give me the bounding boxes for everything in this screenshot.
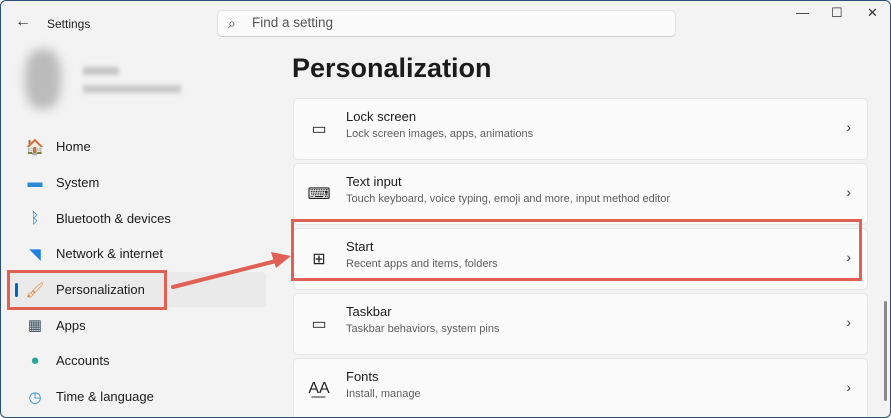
chevron-right-icon: › bbox=[846, 314, 851, 330]
chevron-right-icon: › bbox=[846, 379, 851, 395]
scrollbar[interactable] bbox=[884, 301, 887, 401]
card-title: Fonts bbox=[346, 369, 379, 384]
card-title: Taskbar bbox=[346, 304, 392, 319]
card-title: Lock screen bbox=[346, 109, 417, 124]
chevron-right-icon: › bbox=[846, 184, 851, 200]
setting-card-text-input[interactable]: ⌨ Text input Touch keyboard, voice typing,… bbox=[293, 163, 868, 225]
card-subtitle: Taskbar behaviors, system pins bbox=[346, 323, 500, 335]
fonts-icon: A͟A bbox=[308, 380, 330, 397]
setting-card-lock-screen[interactable]: ▭ Lock screen Lock screen images, apps, an… bbox=[293, 98, 868, 160]
setting-card-fonts[interactable]: A͟A Fonts Install, manage › bbox=[293, 358, 868, 417]
taskbar-icon: ▭ bbox=[311, 316, 327, 333]
keyboard-icon: ⌨ bbox=[307, 186, 331, 203]
card-subtitle: Install, manage bbox=[346, 388, 421, 400]
card-title: Text input bbox=[346, 174, 402, 189]
card-subtitle: Touch keyboard, voice typing, emoji and … bbox=[346, 193, 671, 205]
annotation-highlight-start bbox=[291, 219, 862, 281]
chevron-right-icon: › bbox=[846, 119, 851, 135]
page-title: Personalization bbox=[292, 53, 492, 83]
settings-window: ← Settings ⌕ — ☐ ✕ 🏠Home▬SystemᛒBluetoot… bbox=[0, 0, 891, 418]
setting-card-taskbar[interactable]: ▭ Taskbar Taskbar behaviors, system pins › bbox=[293, 293, 868, 355]
card-subtitle: Lock screen images, apps, animations bbox=[346, 128, 534, 140]
lock-screen-icon: ▭ bbox=[311, 121, 327, 138]
